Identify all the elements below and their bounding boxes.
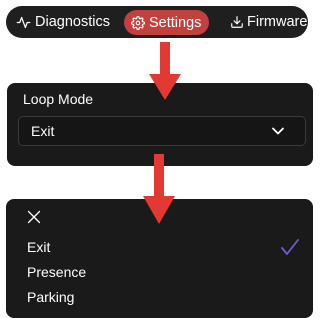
loop-mode-selected-value: Exit (31, 123, 55, 139)
close-icon[interactable] (27, 210, 41, 224)
tab-firmware[interactable]: Firmware (230, 6, 307, 38)
tab-diagnostics-label: Diagnostics (35, 14, 110, 30)
dropdown-option-parking[interactable]: Parking (27, 289, 74, 305)
dropdown-option-exit[interactable]: Exit (27, 239, 50, 255)
top-nav: Diagnostics Settings Firmware (6, 6, 308, 38)
loop-mode-select[interactable]: Exit (18, 116, 306, 146)
red-arrow-down-icon (143, 154, 175, 224)
chevron-down-icon (272, 127, 284, 135)
tab-settings[interactable]: Settings (124, 10, 210, 35)
gear-icon (131, 15, 145, 30)
tab-diagnostics[interactable]: Diagnostics (16, 6, 110, 38)
tab-settings-label: Settings (149, 14, 202, 31)
dropdown-option-presence[interactable]: Presence (27, 264, 86, 280)
tab-firmware-label: Firmware (247, 14, 308, 30)
download-icon (231, 16, 243, 28)
activity-icon (16, 16, 31, 28)
checkmark-icon (281, 239, 299, 255)
loop-mode-label: Loop Mode (23, 91, 94, 107)
red-arrow-down-icon (149, 42, 181, 100)
